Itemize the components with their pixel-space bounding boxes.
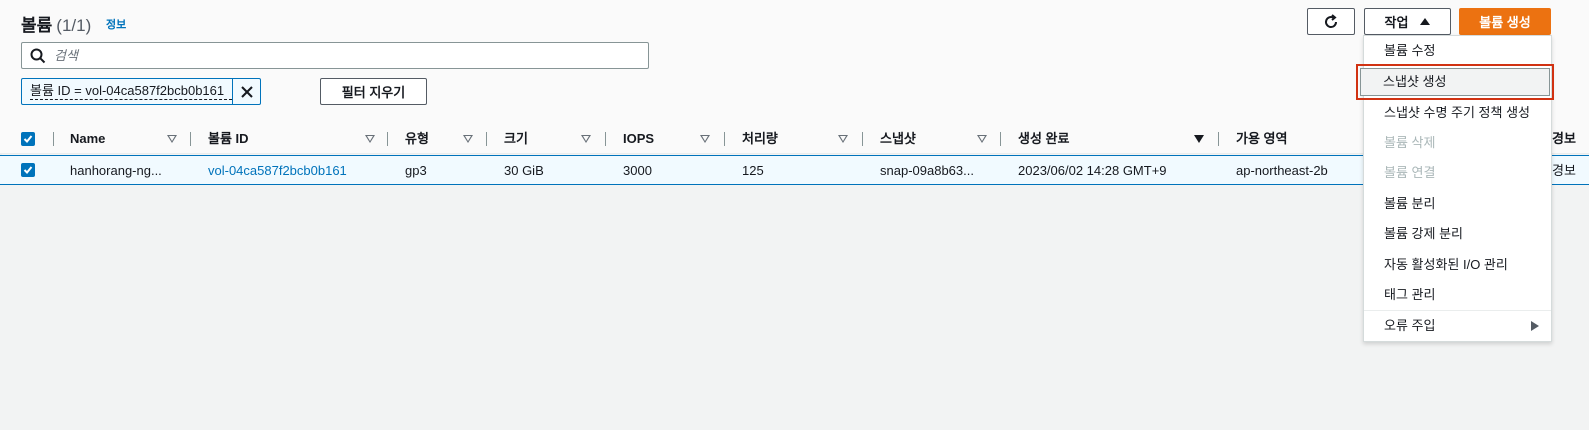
menu-item-create-snapshot[interactable]: 스냅샷 생성 <box>1356 64 1554 100</box>
column-divider[interactable] <box>1000 132 1001 146</box>
sort-icon[interactable] <box>365 135 375 143</box>
menu-item-detach-volume[interactable]: 볼륨 분리 <box>1364 189 1551 219</box>
filter-token-label[interactable]: 볼륨 ID = vol-04ca587f2bcb0b161 <box>30 83 233 100</box>
search-box[interactable] <box>21 42 649 69</box>
sort-icon[interactable] <box>700 135 710 143</box>
column-divider[interactable] <box>387 132 388 146</box>
column-divider[interactable] <box>724 132 725 146</box>
cell-created: 2023/06/02 14:28 GMT+9 <box>1018 163 1167 178</box>
clear-filters-button[interactable]: 필터 지우기 <box>320 78 427 105</box>
column-header-volume-id[interactable]: 볼륨 ID <box>208 124 249 154</box>
menu-item-delete-volume[interactable]: 볼륨 삭제 <box>1364 128 1551 158</box>
sort-icon[interactable] <box>581 135 591 143</box>
volumes-panel: 볼륨(1/1) 정보 볼륨 ID = vol-04ca587f2bcb0b161… <box>0 0 1589 430</box>
create-volume-button[interactable]: 볼륨 생성 <box>1459 8 1551 35</box>
cell-throughput: 125 <box>742 163 764 178</box>
menu-item-manage-tags[interactable]: 태그 관리 <box>1364 280 1551 310</box>
row-checkbox[interactable] <box>21 163 35 177</box>
close-icon <box>240 85 253 98</box>
column-header-iops[interactable]: IOPS <box>623 124 654 154</box>
sort-icon[interactable] <box>838 135 848 143</box>
cell-volume-id-link[interactable]: vol-04ca587f2bcb0b161 <box>208 156 347 186</box>
cell-type: gp3 <box>405 163 427 178</box>
actions-button-label: 작업 <box>1384 15 1409 30</box>
page-title-text: 볼륨 <box>21 16 53 35</box>
column-header-type[interactable]: 유형 <box>405 124 429 154</box>
cell-iops: 3000 <box>623 163 652 178</box>
page-title: 볼륨 (1/1) <box>21 11 91 36</box>
column-header-snapshot[interactable]: 스냅샷 <box>880 124 916 154</box>
info-link[interactable]: 정보 <box>106 16 126 32</box>
cell-az: ap-northeast-2b <box>1236 163 1328 178</box>
menu-item-fault-injection[interactable]: 오류 주입 <box>1364 311 1551 341</box>
header-area: 볼륨(1/1) 정보 볼륨 ID = vol-04ca587f2bcb0b161… <box>0 0 1589 124</box>
cell-alarm: 경보 <box>1552 163 1576 178</box>
cell-size: 30 GiB <box>504 163 544 178</box>
table-header: Name 볼륨 ID 유형 크기 IOPS 처리량 스냅샷 생성 완료 가용 영… <box>0 124 1589 154</box>
actions-dropdown-menu: 볼륨 수정 스냅샷 생성 스냅샷 수명 주기 정책 생성 볼륨 삭제 볼륨 연결… <box>1356 35 1554 342</box>
sort-icon[interactable] <box>463 135 473 143</box>
column-header-az[interactable]: 가용 영역 <box>1236 124 1287 154</box>
check-icon <box>23 166 33 174</box>
column-divider[interactable] <box>1218 132 1219 146</box>
table-empty-area <box>0 185 1589 430</box>
column-divider[interactable] <box>190 132 191 146</box>
sort-descending-icon[interactable] <box>1194 135 1204 143</box>
caret-up-icon <box>1420 18 1431 25</box>
remove-filter-button[interactable] <box>232 79 260 104</box>
cell-snapshot: snap-09a8b63... <box>880 163 974 178</box>
menu-item-force-detach-volume[interactable]: 볼륨 강제 분리 <box>1364 219 1551 249</box>
menu-item-create-lifecycle-policy[interactable]: 스냅샷 수명 주기 정책 생성 <box>1364 98 1551 128</box>
sort-icon[interactable] <box>167 135 177 143</box>
refresh-button[interactable] <box>1307 8 1355 35</box>
selection-count: (1/1) <box>56 16 92 35</box>
column-header-size[interactable]: 크기 <box>504 124 528 154</box>
column-divider[interactable] <box>605 132 606 146</box>
menu-item-fault-injection-label: 오류 주입 <box>1384 318 1436 333</box>
column-header-throughput[interactable]: 처리량 <box>742 124 778 154</box>
menu-item-manage-auto-enabled-io[interactable]: 자동 활성화된 I/O 관리 <box>1364 250 1551 280</box>
sort-icon[interactable] <box>977 135 987 143</box>
caret-right-icon <box>1531 321 1539 331</box>
menu-item-attach-volume[interactable]: 볼륨 연결 <box>1364 158 1551 188</box>
column-divider[interactable] <box>53 132 54 146</box>
column-divider[interactable] <box>862 132 863 146</box>
column-header-created[interactable]: 생성 완료 <box>1018 124 1069 154</box>
actions-button[interactable]: 작업 <box>1364 8 1451 35</box>
refresh-icon <box>1325 13 1338 28</box>
filter-token: 볼륨 ID = vol-04ca587f2bcb0b161 <box>21 78 262 105</box>
menu-item-modify-volume[interactable]: 볼륨 수정 <box>1364 36 1551 66</box>
menu-item-create-snapshot-label[interactable]: 스냅샷 생성 <box>1360 68 1550 96</box>
table-row[interactable]: hanhorang-ng... vol-04ca587f2bcb0b161 gp… <box>0 155 1589 185</box>
column-header-alarm[interactable]: 경보 <box>1552 124 1576 154</box>
search-icon <box>30 48 46 64</box>
column-header-name[interactable]: Name <box>70 124 105 154</box>
select-all-checkbox[interactable] <box>21 132 35 146</box>
column-divider[interactable] <box>486 132 487 146</box>
check-icon <box>23 135 33 143</box>
cell-name: hanhorang-ng... <box>70 163 162 178</box>
search-input[interactable] <box>54 46 634 65</box>
